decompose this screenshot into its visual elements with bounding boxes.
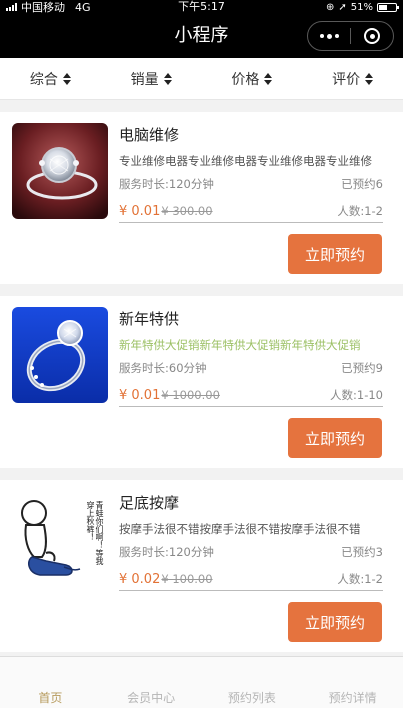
price: ¥ 0.02¥ 100.00	[119, 572, 213, 587]
service-image-cartoon[interactable]: 青蛙你们啊！等我穿上秋裤！	[12, 491, 108, 587]
sort-price[interactable]: 价格	[202, 58, 303, 99]
service-card[interactable]: 电脑维修 专业维修电器专业维修电器专业维修电器专业维修 服务时长:120分钟 已…	[0, 112, 403, 284]
tab-label: 会员中心	[127, 691, 176, 705]
service-duration: 服务时长:120分钟	[119, 545, 214, 559]
sort-arrows-icon	[365, 72, 374, 85]
service-duration: 服务时长:120分钟	[119, 177, 214, 191]
sort-arrows-icon	[264, 72, 273, 85]
target-circle-icon[interactable]	[351, 22, 393, 50]
tab-bar: 首页 会员中心 预约列表 预约详情	[0, 656, 403, 708]
status-bar: 中国移动 4G 下午5:17 ⊕ ➚ 51%	[0, 0, 403, 14]
sort-label: 评价	[332, 71, 361, 88]
service-description: 新年特供大促销新年特供大促销新年特供大促销	[119, 338, 361, 352]
tab-label: 首页	[38, 691, 63, 705]
sort-label: 销量	[130, 71, 159, 88]
people-count: 人数:1-10	[330, 388, 383, 402]
service-title: 新年特供	[119, 310, 180, 328]
original-price: ¥ 100.00	[161, 572, 213, 586]
more-dots-icon[interactable]	[308, 22, 350, 50]
book-now-button[interactable]: 立即预约	[288, 602, 382, 642]
tab-booking-details[interactable]: 预约详情	[302, 657, 403, 708]
people-count: 人数:1-2	[337, 204, 383, 218]
sort-arrows-icon	[163, 72, 172, 85]
booked-count: 已预约3	[341, 545, 383, 559]
service-description: 按摩手法很不错按摩手法很不错按摩手法很不错	[119, 522, 361, 536]
sort-arrows-icon	[62, 72, 71, 85]
booked-count: 已预约9	[341, 361, 383, 375]
booked-count: 已预约6	[341, 177, 383, 191]
current-price: ¥ 0.01	[119, 388, 161, 403]
service-image-ring[interactable]	[12, 307, 108, 403]
sort-rating[interactable]: 评价	[302, 58, 403, 99]
sort-label: 价格	[231, 71, 260, 88]
book-now-button[interactable]: 立即预约	[288, 418, 382, 458]
tab-label: 预约列表	[227, 691, 276, 705]
sort-bar: 综合 销量 价格 评价	[0, 58, 403, 100]
tab-booking-list[interactable]: 预约列表	[202, 657, 303, 708]
current-price: ¥ 0.02	[119, 572, 161, 587]
battery-icon	[377, 2, 399, 12]
tab-member-center[interactable]: 会员中心	[101, 657, 202, 708]
service-title: 足底按摩	[119, 494, 180, 512]
cartoon-caption: 青蛙你们啊！等我穿上秋裤！	[86, 501, 104, 565]
tab-home[interactable]: 首页	[0, 657, 101, 708]
sort-sales[interactable]: 销量	[101, 58, 202, 99]
service-image-ring[interactable]	[12, 123, 108, 219]
battery-percent: 51%	[350, 1, 373, 13]
status-right: ⊕ ➚ 51%	[325, 0, 399, 14]
current-price: ¥ 0.01	[119, 204, 161, 219]
nav-bar: 小程序	[0, 14, 403, 58]
original-price: ¥ 300.00	[161, 204, 213, 218]
service-duration: 服务时长:60分钟	[119, 361, 207, 375]
location-icon: ➚	[338, 1, 347, 13]
service-description: 专业维修电器专业维修电器专业维修电器专业维修	[119, 154, 372, 168]
orientation-lock-icon: ⊕	[325, 1, 335, 13]
people-count: 人数:1-2	[337, 572, 383, 586]
original-price: ¥ 1000.00	[161, 388, 220, 402]
sort-label: 综合	[29, 71, 58, 88]
price: ¥ 0.01¥ 300.00	[119, 204, 213, 219]
tab-label: 预约详情	[328, 691, 377, 705]
mini-program-capsule	[307, 21, 394, 51]
service-card[interactable]: 青蛙你们啊！等我穿上秋裤！ 足底按摩 按摩手法很不错按摩手法很不错按摩手法很不错…	[0, 480, 403, 652]
sort-comprehensive[interactable]: 综合	[0, 58, 101, 99]
service-title: 电脑维修	[119, 126, 180, 144]
book-now-button[interactable]: 立即预约	[288, 234, 382, 274]
price: ¥ 0.01¥ 1000.00	[119, 388, 220, 403]
service-card[interactable]: 新年特供 新年特供大促销新年特供大促销新年特供大促销 服务时长:60分钟 已预约…	[0, 296, 403, 468]
